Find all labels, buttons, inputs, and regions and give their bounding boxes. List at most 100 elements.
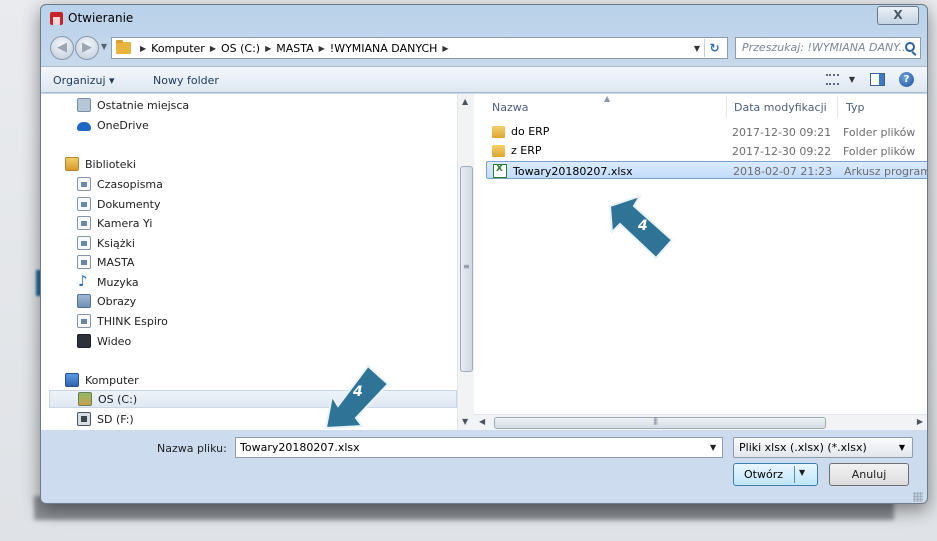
change-view-icon[interactable] [826, 74, 839, 85]
breadcrumb-masta[interactable]: MASTA [276, 42, 313, 55]
nav-item-czasopisma[interactable]: Czasopisma [77, 175, 163, 193]
file-row-z-erp[interactable]: z ERP 2017-12-30 09:22 Folder plików [486, 142, 927, 160]
file-type: Arkusz programu [844, 165, 927, 178]
scroll-left-icon[interactable]: ◀ [479, 417, 485, 426]
nav-item-think-espiro[interactable]: THINK Espiro [77, 312, 168, 330]
file-name: do ERP [511, 125, 550, 138]
scrollbar-thumb[interactable] [460, 166, 473, 372]
folder-icon [492, 125, 505, 138]
video-icon [77, 334, 91, 348]
open-options-dropdown-icon[interactable]: ▼ [799, 468, 805, 477]
organize-button[interactable]: Organizuj ▾ [53, 74, 115, 87]
file-name-cell: do ERP [492, 125, 549, 138]
breadcrumb-chevron-icon[interactable]: ▶ [140, 44, 146, 53]
nav-item-sd-f[interactable]: SD (F:) [77, 410, 134, 428]
back-button[interactable]: ◀ [50, 36, 74, 60]
file-list-horizontal-scrollbar[interactable]: ◀ ▶ [474, 414, 927, 430]
nav-item-recent-places[interactable]: Ostatnie miejsca [77, 96, 189, 114]
onedrive-icon [77, 122, 91, 131]
dialog-footer: Nazwa pliku: ▼ Pliki xlsx (.xlsx) (*.xls… [41, 430, 927, 503]
nav-item-label: THINK Espiro [97, 314, 168, 328]
breadcrumb-os-c[interactable]: OS (C:) [221, 42, 260, 55]
recent-locations-dropdown[interactable]: ▼ [101, 42, 107, 51]
nav-item-komputer[interactable]: Komputer [65, 371, 139, 389]
resize-grip-icon[interactable] [913, 492, 923, 502]
nav-item-libraries[interactable]: Biblioteki [65, 155, 136, 173]
nav-item-label: Kamera Yi [97, 216, 153, 230]
chevron-down-icon: ▼ [898, 443, 905, 452]
column-header-date[interactable]: Data modyfikacji [734, 101, 827, 114]
column-header-name[interactable]: Nazwa [492, 101, 528, 114]
search-placeholder: Przeszukaj: !WYMIANA DANY... [742, 41, 910, 54]
cancel-button[interactable]: Anuluj [829, 463, 909, 486]
library-icon [77, 177, 91, 191]
callout-number: 4 [638, 218, 648, 234]
breadcrumb-chevron-icon[interactable]: ▶ [265, 44, 271, 53]
help-icon[interactable]: ? [899, 72, 914, 87]
file-name-cell: z ERP [492, 144, 542, 157]
title-bar[interactable]: Otwieranie X [41, 5, 927, 31]
address-dropdown-icon[interactable]: ▼ [694, 44, 700, 53]
nav-item-dokumenty[interactable]: Dokumenty [77, 195, 160, 213]
nav-item-label: Ostatnie miejsca [97, 98, 190, 112]
column-divider[interactable] [726, 96, 727, 118]
column-header-type[interactable]: Typ [846, 101, 865, 114]
nav-item-label: Książki [97, 236, 135, 250]
file-type: Folder plików [843, 145, 916, 158]
nav-item-label: Obrazy [97, 294, 137, 308]
close-button[interactable]: X [877, 6, 919, 25]
search-icon[interactable] [905, 42, 915, 52]
file-name: z ERP [511, 144, 542, 157]
open-button[interactable]: Otwórz ▼ [733, 463, 818, 486]
file-row-towary-xlsx[interactable]: Towary20180207.xlsx 2018-02-07 21:23 Ark… [486, 161, 927, 179]
nav-item-kamera-yi[interactable]: Kamera Yi [77, 214, 152, 232]
music-icon [77, 272, 91, 290]
step-callout-arrow-file: 4 [606, 192, 676, 262]
folder-icon [492, 144, 505, 157]
file-name: Towary20180207.xlsx [513, 164, 633, 178]
nav-item-onedrive[interactable]: OneDrive [77, 116, 149, 134]
nav-pane-scrollbar[interactable]: ▲ ▼ [457, 94, 474, 430]
breadcrumb-chevron-icon[interactable]: ▶ [319, 44, 325, 53]
nav-item-wideo[interactable]: Wideo [77, 332, 131, 350]
file-list: ▲ Nazwa Data modyfikacji Typ do ERP 2017… [474, 94, 927, 414]
file-type-filter-value: Pliki xlsx (.xlsx) (*.xlsx) [739, 441, 867, 454]
open-file-dialog: Otwieranie X ◀ ▶ ▼ ▶ Komputer ▶ OS (C:) … [40, 4, 928, 504]
nav-item-masta[interactable]: MASTA [77, 253, 134, 271]
scrollbar-thumb[interactable] [494, 417, 826, 429]
file-type-filter-select[interactable]: Pliki xlsx (.xlsx) (*.xlsx) ▼ [733, 437, 913, 458]
forward-button[interactable]: ▶ [75, 36, 99, 60]
nav-item-obrazy[interactable]: Obrazy [77, 292, 136, 310]
breadcrumb-chevron-icon[interactable]: ▶ [442, 44, 448, 53]
scroll-right-icon[interactable]: ▶ [917, 417, 923, 426]
nav-item-ksiazki[interactable]: Książki [77, 234, 135, 252]
pictures-icon [77, 294, 91, 308]
sort-ascending-icon: ▲ [604, 94, 611, 103]
scroll-down-icon[interactable]: ▼ [462, 417, 468, 426]
file-row-do-erp[interactable]: do ERP 2017-12-30 09:21 Folder plików [486, 123, 927, 141]
nav-item-muzyka[interactable]: Muzyka [77, 272, 139, 291]
file-name-cell: Towary20180207.xlsx [493, 164, 633, 178]
column-divider[interactable] [837, 96, 838, 118]
search-input[interactable]: Przeszukaj: !WYMIANA DANY... [735, 37, 921, 59]
nav-item-label: Czasopisma [97, 177, 163, 191]
filename-input[interactable] [235, 437, 723, 458]
breadcrumb-chevron-icon[interactable]: ▶ [210, 44, 216, 53]
nav-item-label: Muzyka [97, 275, 139, 289]
breadcrumb-komputer[interactable]: Komputer [151, 42, 205, 55]
nav-item-label: Wideo [97, 334, 132, 348]
recent-places-icon [77, 98, 91, 112]
preview-pane-icon[interactable] [870, 73, 885, 86]
filename-history-dropdown-icon[interactable]: ▼ [710, 443, 716, 452]
callout-number: 4 [353, 384, 363, 400]
address-bar[interactable]: ▶ Komputer ▶ OS (C:) ▶ MASTA ▶ !WYMIANA … [111, 37, 728, 59]
refresh-button[interactable]: ↻ [704, 39, 724, 57]
scroll-up-icon[interactable]: ▲ [462, 97, 468, 106]
computer-icon [65, 373, 79, 387]
view-options-dropdown-icon[interactable]: ▼ [849, 75, 855, 84]
new-folder-button[interactable]: Nowy folder [153, 74, 219, 87]
sd-card-icon [77, 412, 91, 426]
documents-icon [77, 197, 91, 211]
breadcrumb-wymiana-danych[interactable]: !WYMIANA DANYCH [330, 42, 438, 55]
nav-item-os-c[interactable]: OS (C:) [49, 390, 457, 408]
